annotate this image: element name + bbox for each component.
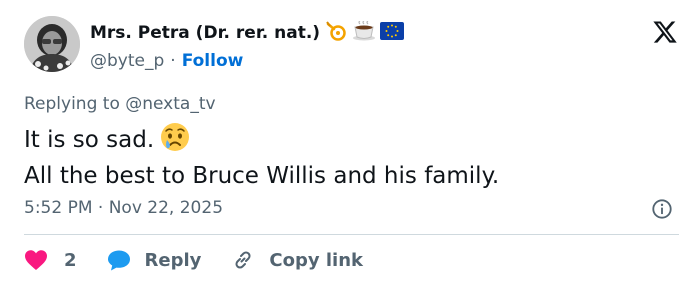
tweet-line-2: All the best to Bruce Willis and his fam… <box>24 163 500 189</box>
speech-bubble-icon <box>107 250 130 271</box>
follow-button[interactable]: Follow <box>182 51 244 71</box>
name-row: Mrs. Petra (Dr. rer. nat.) <box>90 20 408 45</box>
name-badges <box>326 20 408 45</box>
avatar[interactable] <box>24 16 80 72</box>
replying-handle[interactable]: @nexta_tv <box>125 94 215 114</box>
coffee-cup-icon <box>352 20 376 45</box>
action-bar: 2 Reply Copy link <box>24 246 393 274</box>
tweet-text: It is so sad. All the best to Bruce Will… <box>24 122 499 192</box>
copy-link-button[interactable]: Copy link <box>231 248 363 272</box>
sad-tear-face-icon <box>160 122 190 161</box>
user-info: Mrs. Petra (Dr. rer. nat.) @byte_p · Fol… <box>90 20 408 71</box>
divider <box>24 234 679 235</box>
tweet-time[interactable]: 5:52 PM <box>24 198 93 218</box>
copy-link-label: Copy link <box>269 249 363 271</box>
info-icon[interactable] <box>651 198 673 220</box>
heart-icon <box>25 250 47 270</box>
reply-label: Reply <box>144 249 202 271</box>
posthorn-icon <box>326 21 348 45</box>
tweet-line-1-text: It is so sad. <box>24 127 155 153</box>
reply-button[interactable]: Reply <box>107 249 202 271</box>
like-button[interactable]: 2 <box>24 249 77 271</box>
display-name[interactable]: Mrs. Petra (Dr. rer. nat.) <box>90 23 320 43</box>
timestamp-separator: · <box>97 198 104 218</box>
tweet-line-1: It is so sad. <box>24 122 499 161</box>
separator-dot: · <box>170 51 176 71</box>
link-icon <box>235 251 251 269</box>
tweet-date[interactable]: Nov 22, 2025 <box>109 198 223 218</box>
like-count: 2 <box>64 249 77 271</box>
replying-to: Replying to @nexta_tv <box>24 94 216 114</box>
x-logo-icon[interactable] <box>652 19 678 45</box>
user-handle[interactable]: @byte_p <box>90 51 164 71</box>
tweet-header: Mrs. Petra (Dr. rer. nat.) @byte_p · Fol… <box>24 16 684 72</box>
replying-prefix: Replying to <box>24 94 120 114</box>
handle-row: @byte_p · Follow <box>90 51 408 71</box>
timestamp[interactable]: 5:52 PM · Nov 22, 2025 <box>24 198 223 218</box>
avatar-image <box>24 16 80 72</box>
eu-flag-icon <box>380 22 405 44</box>
